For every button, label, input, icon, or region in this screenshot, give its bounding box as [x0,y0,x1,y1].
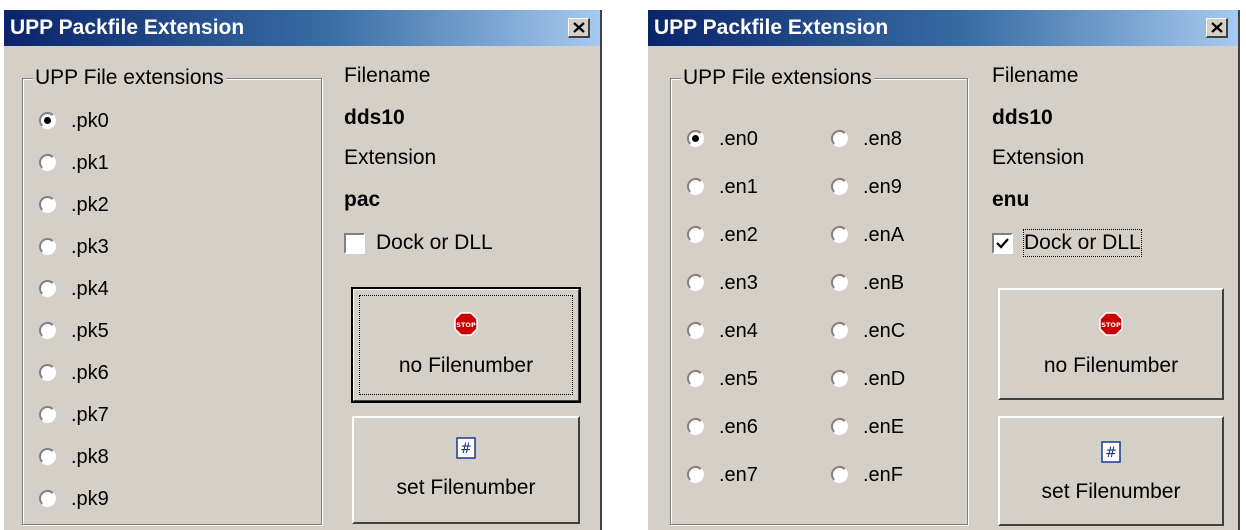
radio-label: .pk7 [71,404,109,426]
radio-label: .pk5 [71,320,109,342]
close-button[interactable] [568,18,590,38]
radio-label: .en4 [719,320,758,342]
filename-value: dds10 [992,106,1053,129]
checkbox-label: Dock or DLL [1023,229,1142,257]
radio-label: .pk1 [71,152,109,174]
extension-value: enu [992,188,1030,211]
radio-label: .pk6 [71,362,109,384]
radio-selected-dot [44,117,51,124]
radio-label: .en8 [863,128,902,150]
checkbox-label: Dock or DLL [376,231,493,254]
radio-label: .pk2 [71,194,109,216]
close-icon [1211,22,1223,33]
extension-label: Extension [344,146,437,169]
hash-icon: # [1101,441,1121,463]
radio-label: .en0 [719,128,758,150]
group-label: UPP File extensions [681,65,874,91]
radio-label: .enF [863,464,904,486]
extension-label: Extension [992,146,1085,169]
svg-text:STOP: STOP [456,321,476,329]
svg-text:#: # [1105,445,1117,461]
title-bar[interactable]: UPP Packfile Extension [648,10,1238,46]
file-extensions-group: UPP File extensions .pk0 .pk1 .pk2 .pk3 … [22,65,322,525]
button-label: set Filenumber [396,476,536,499]
checkmark-icon [996,238,1009,249]
button-label: no Filenumber [398,354,534,377]
radio-label: .en2 [719,224,758,246]
dialog-title: UPP Packfile Extension [10,16,245,39]
radio-label: .pk9 [71,488,109,510]
radio-label: .pk0 [71,110,109,132]
no-filenumber-button[interactable]: STOP no Filenumber [351,287,581,403]
radio-label: .pk8 [71,446,109,468]
packfile-extension-dialog-pk: UPP Packfile Extension UPP File extensio… [4,10,602,530]
close-button[interactable] [1206,18,1228,38]
radio-label: .en1 [719,176,758,198]
radio-label: .enB [863,272,905,294]
dialog-title: UPP Packfile Extension [654,16,889,39]
checkbox-box [344,233,365,254]
radio-label: .enA [863,224,905,246]
button-label: no Filenumber [1043,354,1179,377]
radio-selected-dot [692,135,699,142]
stop-sign-icon: STOP [454,312,478,336]
radio-label: .pk4 [71,278,109,300]
filename-value: dds10 [344,106,405,129]
radio-label: .enD [863,368,906,390]
radio-label: .en6 [719,416,758,438]
close-icon [573,22,585,33]
title-bar[interactable]: UPP Packfile Extension [4,10,600,46]
extension-value: pac [344,188,381,211]
set-filenumber-button[interactable]: # set Filenumber [998,416,1224,526]
set-filenumber-button[interactable]: # set Filenumber [352,416,580,524]
svg-text:STOP: STOP [1101,321,1121,329]
radio-label: .en5 [719,368,758,390]
no-filenumber-button[interactable]: STOP no Filenumber [998,288,1224,400]
svg-text:#: # [460,441,472,457]
radio-label: .en7 [719,464,758,486]
button-label: set Filenumber [1041,480,1181,503]
checkbox-box [992,233,1013,254]
radio-label: .enE [863,416,905,438]
packfile-extension-dialog-en: UPP Packfile Extension UPP File extensio… [648,10,1240,530]
filename-label: Filename [344,64,431,87]
group-label: UPP File extensions [33,65,226,91]
stop-sign-icon: STOP [1099,312,1123,336]
hash-icon: # [456,437,476,459]
radio-label: .pk3 [71,236,109,258]
filename-label: Filename [992,64,1079,87]
radio-label: .en3 [719,272,758,294]
radio-label: .en9 [863,176,902,198]
file-extensions-group: UPP File extensions .en0 .en1 .en2 .en3 … [670,65,968,525]
radio-label: .enC [863,320,906,342]
